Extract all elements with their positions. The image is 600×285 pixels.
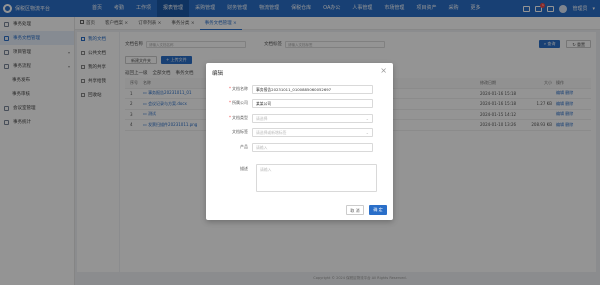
confirm-button[interactable]: 确 定	[369, 205, 387, 215]
select-field-3[interactable]: 请选择或新增标签 ⌄	[252, 127, 373, 137]
description-textarea[interactable]: 请输入	[256, 164, 377, 192]
field-value: 事务报告20231011_0100885060052697	[256, 86, 332, 92]
field-label: *所属公司	[206, 100, 252, 106]
field-label: 产品	[206, 144, 252, 150]
field-label: 文档标签	[206, 129, 252, 135]
form-row-2: *文档类型 请选择 ⌄	[206, 113, 393, 123]
field-value: 请选择	[256, 115, 268, 121]
field-label-text: 文档标签	[232, 129, 248, 134]
field-label-text: 文档名称	[232, 86, 248, 91]
field-label-text: 产品	[240, 144, 248, 149]
required-mark: *	[229, 115, 231, 120]
chevron-down-icon: ⌄	[365, 115, 369, 121]
form-row-1: *所属公司 某某公司	[206, 98, 393, 108]
field-label-text: 文档类型	[232, 115, 248, 120]
field-value: 某某公司	[256, 100, 272, 106]
required-mark: *	[229, 86, 231, 91]
field-value: 请输入	[256, 144, 268, 150]
form-row-4: 产品 请输入	[206, 142, 393, 152]
input-field-4[interactable]: 请输入	[252, 142, 373, 152]
field-label: *文档名称	[206, 86, 252, 92]
form-row-0: *文档名称 事务报告20231011_0100885060052697	[206, 84, 393, 94]
required-mark: *	[229, 100, 231, 105]
input-field-1[interactable]: 某某公司	[252, 98, 373, 108]
edit-dialog: 编辑 × *文档名称 事务报告20231011_0100885060052697 *…	[206, 63, 393, 220]
chevron-down-icon: ⌄	[365, 129, 369, 135]
dialog-title: 编辑	[212, 71, 224, 77]
cancel-button[interactable]: 取 消	[346, 205, 364, 215]
description-label: 描述	[240, 166, 248, 171]
form-row-3: 文档标签 请选择或新增标签 ⌄	[206, 127, 393, 137]
field-label-text: 所属公司	[232, 100, 248, 105]
input-field-0[interactable]: 事务报告20231011_0100885060052697	[252, 84, 373, 94]
close-icon[interactable]: ×	[380, 66, 387, 76]
select-field-2[interactable]: 请选择 ⌄	[252, 113, 373, 123]
field-label: *文档类型	[206, 115, 252, 121]
field-value: 请选择或新增标签	[256, 129, 287, 135]
dialog-buttons: 取 消 确 定	[346, 205, 387, 215]
